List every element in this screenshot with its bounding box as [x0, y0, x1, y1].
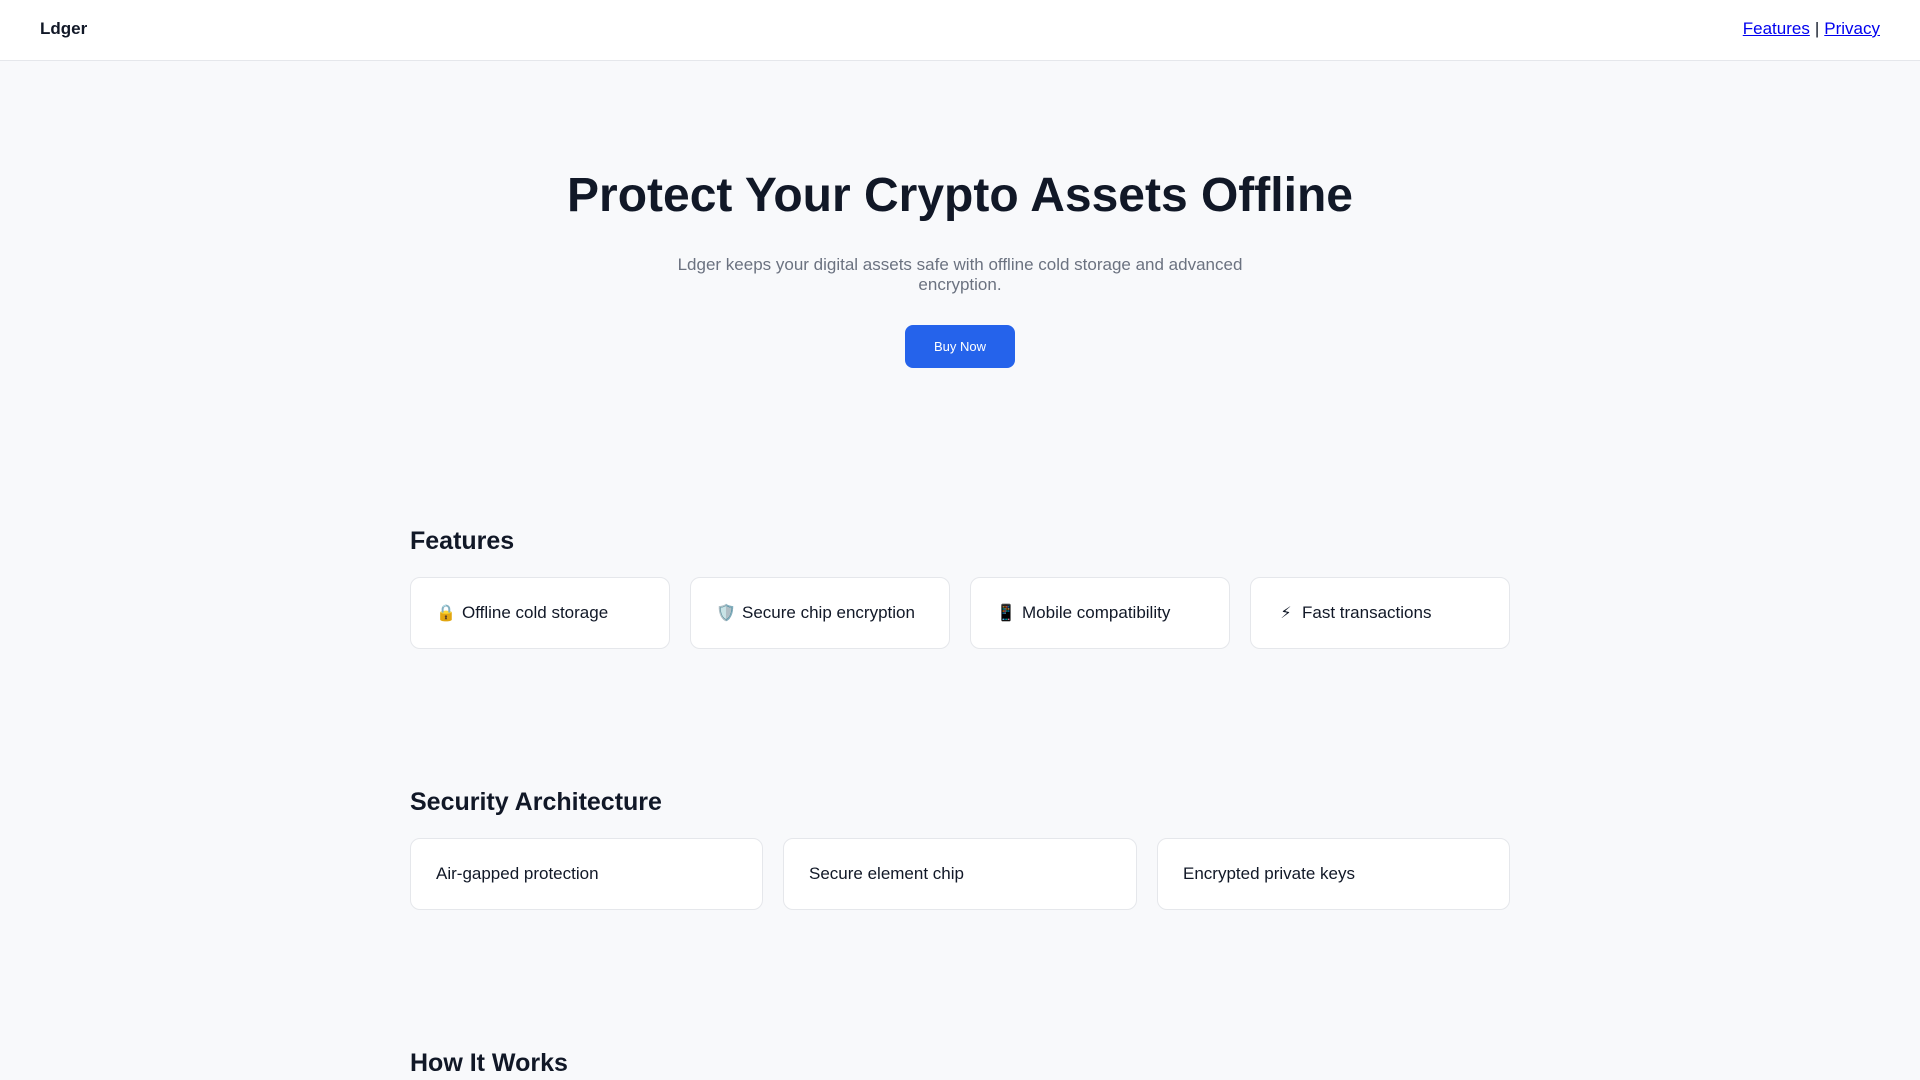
features-title: Features [410, 527, 515, 555]
brand-logo[interactable]: Ldger [40, 19, 87, 39]
feature-card-fast-transactions: ⚡ Fast transactions [1250, 577, 1510, 649]
feature-card-offline-storage: 🔒 Offline cold storage [410, 577, 670, 649]
security-label: Secure element chip [809, 864, 964, 883]
shield-icon: 🛡️ [716, 605, 736, 622]
security-label: Encrypted private keys [1183, 864, 1355, 883]
nav-links: Features | Privacy [1743, 19, 1880, 39]
nav-link-features[interactable]: Features [1743, 19, 1810, 38]
lock-icon: 🔒 [436, 605, 456, 622]
how-it-works-title: How It Works [410, 1049, 568, 1077]
top-navbar: Ldger Features | Privacy [0, 0, 1920, 61]
hero-subtitle: Ldger keeps your digital assets safe wit… [677, 255, 1243, 294]
lightning-icon: ⚡ [1280, 605, 1292, 622]
feature-label: Mobile compatibility [1022, 603, 1171, 622]
security-card-air-gapped: Air-gapped protection [410, 838, 763, 910]
buy-now-button[interactable]: Buy Now [905, 325, 1015, 368]
security-title: Security Architecture [410, 788, 662, 816]
nav-separator: | [1814, 19, 1820, 38]
feature-label: Secure chip encryption [742, 603, 915, 622]
nav-link-privacy[interactable]: Privacy [1824, 19, 1880, 38]
feature-label: Fast transactions [1302, 603, 1432, 622]
security-card-secure-element: Secure element chip [783, 838, 1137, 910]
security-card-encrypted-keys: Encrypted private keys [1157, 838, 1510, 910]
feature-label: Offline cold storage [462, 603, 609, 622]
feature-card-chip-encryption: 🛡️ Secure chip encryption [690, 577, 950, 649]
mobile-phone-icon: 📱 [996, 605, 1016, 622]
feature-card-mobile: 📱 Mobile compatibility [970, 577, 1230, 649]
security-label: Air-gapped protection [436, 864, 599, 883]
hero-title: Protect Your Crypto Assets Offline [567, 169, 1353, 222]
